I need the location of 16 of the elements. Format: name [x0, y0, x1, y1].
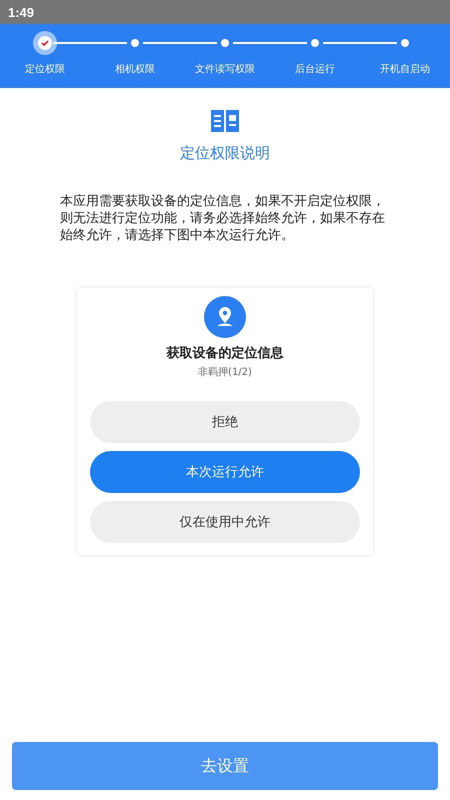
dialog-title: 获取设备的定位信息 — [166, 344, 284, 362]
step-label[interactable]: 开机自启动 — [380, 62, 430, 76]
section-title: 定位权限说明 — [180, 144, 270, 163]
step-label[interactable]: 后台运行 — [295, 62, 335, 76]
settings-button[interactable]: 去设置 — [12, 742, 438, 790]
step-label[interactable]: 文件读写权限 — [195, 62, 255, 76]
step-label[interactable]: 相机权限 — [115, 62, 155, 76]
status-time: 1:49 — [8, 4, 34, 20]
description-text: 本应用需要获取设备的定位信息，如果不开启定位权限，则无法进行定位功能，请务必选择始终允许，如果不存在始终允许，请选择下图中本次运行允许。 — [60, 193, 386, 244]
permission-option-button[interactable]: 拒绝 — [90, 401, 360, 443]
dialog-subtitle: 非羁押(1/2) — [198, 366, 252, 379]
permission-option-button[interactable]: 仅在使用中允许 — [90, 501, 360, 543]
book-icon — [210, 108, 240, 134]
permission-option-button[interactable]: 本次运行允许 — [90, 451, 360, 493]
location-pin-icon — [204, 296, 246, 338]
step-label[interactable]: 定位权限 — [25, 62, 65, 76]
